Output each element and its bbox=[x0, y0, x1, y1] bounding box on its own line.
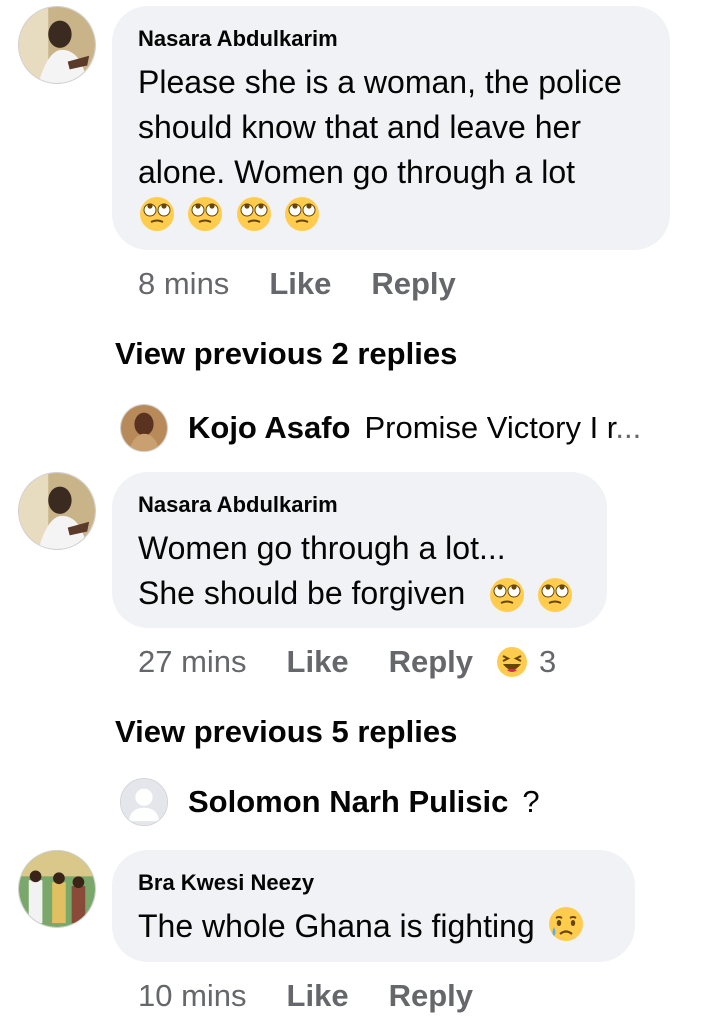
rolling-eyes-emoji-icon bbox=[536, 576, 574, 614]
reply-author[interactable]: Kojo Asafo bbox=[188, 410, 350, 446]
reaction-count[interactable]: 3 bbox=[539, 644, 556, 680]
reply-snippet: Promise Victory I r... bbox=[364, 410, 641, 446]
avatar-bra-kwesi[interactable] bbox=[18, 850, 96, 928]
like-button[interactable]: Like bbox=[287, 978, 349, 1014]
comment-bubble: Nasara Abdulkarim Please she is a woman,… bbox=[112, 6, 670, 250]
comment-text: Women go through a lot... She should be … bbox=[138, 530, 506, 611]
view-previous-replies-link[interactable]: View previous 2 replies bbox=[115, 336, 457, 372]
comment-timestamp: 27 mins bbox=[138, 644, 247, 679]
comment-bubble: Nasara Abdulkarim Women go through a lot… bbox=[112, 472, 607, 628]
rolling-eyes-emoji-icon bbox=[488, 576, 526, 614]
like-button[interactable]: Like bbox=[287, 644, 349, 680]
rolling-eyes-emoji-icon bbox=[138, 195, 176, 233]
comment-bubble: Bra Kwesi Neezy The whole Ghana is fight… bbox=[112, 850, 635, 962]
reply-author[interactable]: Solomon Narh Pulisic bbox=[188, 784, 508, 820]
rolling-eyes-emoji-icon bbox=[186, 195, 224, 233]
reply-preview[interactable]: Solomon Narh Pulisic ? bbox=[120, 778, 540, 826]
reply-snippet-text: Promise Victory I r bbox=[364, 410, 616, 445]
comment-timestamp: 10 mins bbox=[138, 978, 247, 1013]
avatar-nasara-1[interactable] bbox=[18, 6, 96, 84]
avatar-solomon-placeholder[interactable] bbox=[120, 778, 168, 826]
avatar-nasara-2[interactable] bbox=[18, 472, 96, 550]
reply-button[interactable]: Reply bbox=[371, 266, 455, 302]
reply-button[interactable]: Reply bbox=[389, 644, 473, 680]
reply-ellipsis: ... bbox=[615, 410, 642, 445]
comment-timestamp: 8 mins bbox=[138, 266, 230, 301]
avatar-kojo[interactable] bbox=[120, 404, 168, 452]
reply-snippet: ? bbox=[522, 784, 540, 819]
comment-author[interactable]: Nasara Abdulkarim bbox=[138, 26, 644, 52]
comment-text: Please she is a woman, the police should… bbox=[138, 64, 622, 190]
emoji-row bbox=[488, 576, 580, 614]
like-button[interactable]: Like bbox=[269, 266, 331, 302]
comment-actions: 27 mins Like Reply 3 bbox=[138, 644, 556, 680]
rolling-eyes-emoji-icon bbox=[235, 195, 273, 233]
comment-author[interactable]: Bra Kwesi Neezy bbox=[138, 870, 609, 896]
comment-actions: 10 mins Like Reply bbox=[138, 978, 473, 1014]
emoji-row bbox=[138, 195, 644, 233]
comment-body: The whole Ghana is fighting bbox=[138, 904, 609, 949]
view-previous-replies-link[interactable]: View previous 5 replies bbox=[115, 714, 457, 750]
reply-button[interactable]: Reply bbox=[389, 978, 473, 1014]
rolling-eyes-emoji-icon bbox=[283, 195, 321, 233]
comment-text: The whole Ghana is fighting bbox=[138, 908, 535, 944]
reply-preview[interactable]: Kojo Asafo Promise Victory I r... bbox=[120, 404, 641, 452]
crying-face-emoji-icon bbox=[547, 905, 585, 943]
haha-reaction-icon[interactable] bbox=[495, 645, 529, 679]
comment-actions: 8 mins Like Reply bbox=[138, 266, 456, 302]
comment-body: Women go through a lot... She should be … bbox=[138, 526, 581, 616]
comment-author[interactable]: Nasara Abdulkarim bbox=[138, 492, 581, 518]
